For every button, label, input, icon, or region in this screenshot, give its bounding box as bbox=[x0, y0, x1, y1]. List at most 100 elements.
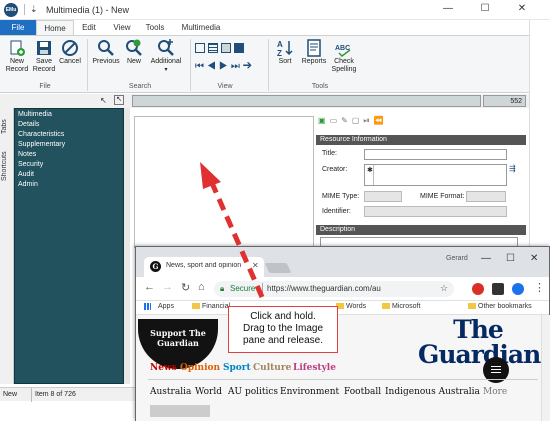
nav-item-admin[interactable]: Admin bbox=[18, 181, 38, 188]
folder-icon bbox=[192, 303, 200, 310]
left-toolbar: ↖ ↖ bbox=[0, 94, 130, 108]
bookmark-words[interactable]: Words bbox=[336, 303, 366, 310]
home-icon[interactable]: ⌂ bbox=[198, 281, 205, 293]
browser-user[interactable]: Gerard bbox=[446, 255, 468, 262]
browser-window: G News, sport and opinion ✕ Gerard — ☐ ✕… bbox=[135, 246, 550, 421]
previous-button[interactable]: Previous bbox=[91, 39, 121, 66]
tab-file[interactable]: File bbox=[0, 20, 36, 35]
sort-button[interactable]: AZ Sort bbox=[274, 39, 296, 66]
nav-item-characteristics[interactable]: Characteristics bbox=[18, 131, 64, 138]
new-tab-button[interactable] bbox=[264, 263, 292, 273]
new-search-button[interactable]: New bbox=[122, 39, 146, 66]
browser-menu-icon[interactable]: ⋮ bbox=[534, 281, 545, 294]
support-guardian-button[interactable]: Support The Guardian bbox=[138, 319, 218, 369]
close-button[interactable]: ✕ bbox=[514, 3, 530, 14]
table-view-icon[interactable] bbox=[208, 43, 218, 53]
tab-multimedia[interactable]: Multimedia bbox=[176, 20, 226, 35]
nav-scrollbar[interactable] bbox=[124, 108, 130, 384]
first-record-icon[interactable]: ⏮ bbox=[195, 61, 207, 72]
subnav-indigenous-australia[interactable]: Indigenous Australia bbox=[385, 387, 480, 397]
tab-edit[interactable]: Edit bbox=[76, 20, 102, 35]
additional-button[interactable]: Additional ▾ bbox=[147, 39, 185, 74]
pointer-icon[interactable]: ↖ bbox=[100, 96, 107, 105]
bookmark-microsoft[interactable]: Microsoft bbox=[382, 303, 420, 310]
nav-opinion[interactable]: Opinion bbox=[180, 363, 220, 373]
save-record-button[interactable]: Save Record bbox=[31, 39, 57, 74]
creator-field[interactable]: ✱ bbox=[364, 164, 507, 186]
image-view-icon[interactable] bbox=[234, 43, 244, 53]
bookmark-financial[interactable]: Financial bbox=[192, 303, 230, 310]
secure-label: Secure bbox=[230, 284, 256, 293]
previous-record-icon[interactable]: ◀ bbox=[207, 61, 219, 72]
nav-item-multimedia[interactable]: Multimedia bbox=[18, 111, 52, 118]
subnav-australia[interactable]: Australia bbox=[150, 387, 191, 397]
profile-icon[interactable] bbox=[512, 283, 524, 295]
mime-type-field[interactable] bbox=[364, 191, 402, 202]
nav-lifestyle[interactable]: Lifestyle bbox=[293, 363, 336, 373]
save-resource-icon[interactable]: ▢ bbox=[352, 116, 364, 125]
subnav-world[interactable]: World bbox=[195, 387, 222, 397]
mime-format-field[interactable] bbox=[466, 191, 506, 202]
extension-icon[interactable] bbox=[472, 283, 484, 295]
go-to-icon[interactable]: ➔ bbox=[243, 61, 255, 72]
browser-minimize-button[interactable]: — bbox=[481, 253, 491, 264]
ribbon: New Record Save Record Cancel File Previ… bbox=[0, 35, 530, 93]
close-tab-icon[interactable]: ✕ bbox=[252, 261, 259, 270]
last-record-icon[interactable]: ⏭ bbox=[231, 61, 243, 72]
browser-tab[interactable]: G News, sport and opinion ✕ bbox=[144, 257, 264, 277]
image-pane[interactable] bbox=[134, 116, 314, 248]
details-view-icon[interactable] bbox=[221, 43, 231, 53]
subnav-environment[interactable]: Environment bbox=[280, 387, 339, 397]
subnav-more[interactable]: More bbox=[483, 387, 507, 397]
new-record-button[interactable]: New Record bbox=[3, 39, 31, 74]
nav-news[interactable]: News bbox=[150, 363, 177, 373]
reload-icon[interactable]: ↻ bbox=[181, 281, 190, 294]
record-summary-field bbox=[132, 95, 481, 107]
cancel-button[interactable]: Cancel bbox=[58, 39, 82, 66]
bookmark-star-icon[interactable]: ☆ bbox=[440, 283, 448, 294]
nav-item-notes[interactable]: Notes bbox=[18, 151, 36, 158]
browser-close-button[interactable]: ✕ bbox=[530, 253, 538, 264]
spelling-icon: ABC bbox=[335, 45, 351, 57]
tab-shortcuts[interactable]: Shortcuts bbox=[1, 146, 13, 186]
quick-access-menu-icon[interactable]: ⇣ bbox=[30, 4, 38, 15]
lookup-icon[interactable]: ⇶ bbox=[509, 164, 516, 173]
bookmark-other[interactable]: Other bookmarks bbox=[468, 303, 532, 310]
nav-culture[interactable]: Culture bbox=[253, 363, 291, 373]
nav-item-details[interactable]: Details bbox=[18, 121, 39, 128]
hamburger-icon bbox=[491, 366, 501, 367]
maximize-button[interactable]: ☐ bbox=[477, 3, 493, 14]
bookmark-apps[interactable]: Apps bbox=[158, 303, 174, 310]
browser-scrollbar[interactable] bbox=[541, 315, 550, 421]
apps-icon[interactable] bbox=[144, 303, 154, 310]
guardian-logo[interactable]: The Guardian bbox=[418, 317, 541, 367]
tab-view[interactable]: View bbox=[108, 20, 136, 35]
tab-home[interactable]: Home bbox=[36, 20, 74, 35]
browser-maximize-button[interactable]: ☐ bbox=[506, 253, 515, 264]
open-folder-icon[interactable]: ▭ bbox=[330, 116, 342, 125]
next-record-icon[interactable]: ▶ bbox=[219, 61, 231, 72]
play-icon[interactable]: ⏯ bbox=[363, 116, 373, 125]
add-resource-icon[interactable]: ▣ bbox=[318, 116, 330, 125]
address-bar[interactable]: 🔒︎ Secure https://www.theguardian.com/au… bbox=[214, 281, 454, 297]
reports-button[interactable]: Reports bbox=[299, 39, 329, 66]
select-icon[interactable]: ↖ bbox=[114, 95, 124, 105]
subnav-au-politics[interactable]: AU politics bbox=[228, 387, 278, 397]
nav-item-security[interactable]: Security bbox=[18, 161, 43, 168]
nav-item-audit[interactable]: Audit bbox=[18, 171, 34, 178]
edit-icon[interactable]: ✎ bbox=[341, 116, 352, 125]
back-icon[interactable]: ← bbox=[144, 281, 155, 293]
rewind-icon[interactable]: ⏪ bbox=[374, 116, 388, 125]
nav-sport[interactable]: Sport bbox=[223, 363, 251, 373]
identifier-field[interactable] bbox=[364, 206, 507, 217]
title-field[interactable] bbox=[364, 149, 507, 160]
nav-item-supplementary[interactable]: Supplementary bbox=[18, 141, 65, 148]
check-spelling-button[interactable]: ABC Check Spelling bbox=[329, 39, 359, 74]
tab-tabs[interactable]: Tabs bbox=[1, 112, 13, 142]
forward-icon[interactable]: → bbox=[162, 281, 173, 293]
tab-tools[interactable]: Tools bbox=[141, 20, 169, 35]
extension-icon-2[interactable] bbox=[492, 283, 504, 295]
list-view-icon[interactable] bbox=[195, 43, 205, 53]
subnav-football[interactable]: Football bbox=[344, 387, 381, 397]
minimize-button[interactable]: — bbox=[440, 3, 456, 14]
